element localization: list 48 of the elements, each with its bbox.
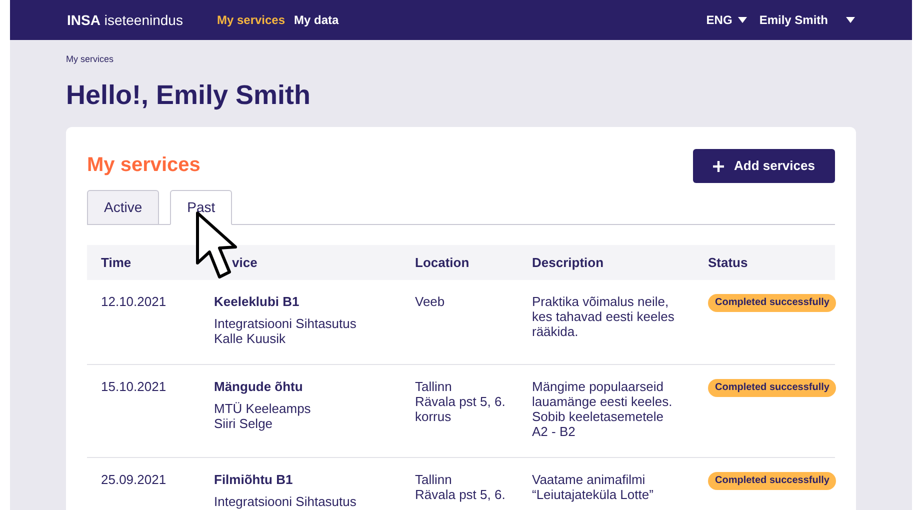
location-text: Veeb (415, 294, 445, 309)
user-menu[interactable]: Emily Smith (759, 11, 855, 29)
status-badge: Completed successfully (708, 294, 836, 312)
description-text: rääkida. (532, 324, 578, 339)
contact-name: Kalle Kuusik (214, 331, 286, 346)
description-text: lauamänge eesti keeles. (532, 394, 672, 409)
column-header: Time (101, 254, 132, 272)
caret-icon (738, 17, 748, 23)
card-title: My services (87, 153, 200, 178)
location-text: Tallinn (415, 379, 452, 394)
nav-link[interactable]: My data (294, 11, 339, 29)
nav-link[interactable]: My services (216, 11, 286, 29)
service-name[interactable]: Keeleklubi B1 (214, 294, 300, 309)
language-selector[interactable]: ENG (706, 11, 748, 29)
table-cell-text: 15.10.2021 (101, 379, 168, 394)
brand-logo[interactable]: INSA iseteenindus (67, 10, 183, 30)
description-text: Mängime populaarseid (532, 379, 664, 394)
status-badge: Completed successfully (708, 472, 836, 490)
caret-icon (846, 17, 855, 23)
tab[interactable]: Active (87, 190, 160, 225)
tab[interactable]: Past (170, 190, 232, 225)
add-services-button[interactable]: Add services (693, 149, 835, 183)
description-text: Vaatame animafilmi (532, 472, 646, 487)
description-text: Sobib keeletasemetele (532, 409, 664, 424)
table-cell-text: 12.10.2021 (101, 294, 168, 309)
column-header: Status (708, 254, 748, 272)
location-text: Rävala pst 5, 6. (415, 394, 506, 409)
page-title: Hello!, Emily Smith (66, 78, 312, 112)
description-text: “Leiutajateküla Lotte” (532, 487, 654, 502)
table-cell-text: 25.09.2021 (101, 472, 168, 487)
column-header: vice (232, 254, 258, 272)
description-text: A2 - B2 (532, 424, 576, 439)
organization-name: MTÜ Keeleamps (214, 401, 311, 416)
organization-name: Integratsiooni Sihtasutus (214, 316, 356, 331)
column-header: Description (532, 254, 604, 272)
breadcrumb[interactable]: My services (66, 53, 856, 66)
status-badge: Completed successfully (708, 379, 836, 397)
contact-name: Siiri Selge (214, 416, 273, 431)
location-text: Rävala pst 5, 6. (415, 487, 506, 502)
description-text: Praktika võimalus neile, (532, 294, 669, 309)
service-name[interactable]: Filmiõhtu B1 (214, 472, 293, 487)
description-text: kes tahavad eesti keeles (532, 309, 674, 324)
plus-icon (713, 160, 724, 172)
column-header: Location (415, 254, 470, 272)
location-text: korrus (415, 409, 452, 424)
service-name[interactable]: Mängude õhtu (214, 379, 303, 394)
organization-name: Integratsiooni Sihtasutus (214, 494, 356, 509)
location-text: Tallinn (415, 472, 452, 487)
